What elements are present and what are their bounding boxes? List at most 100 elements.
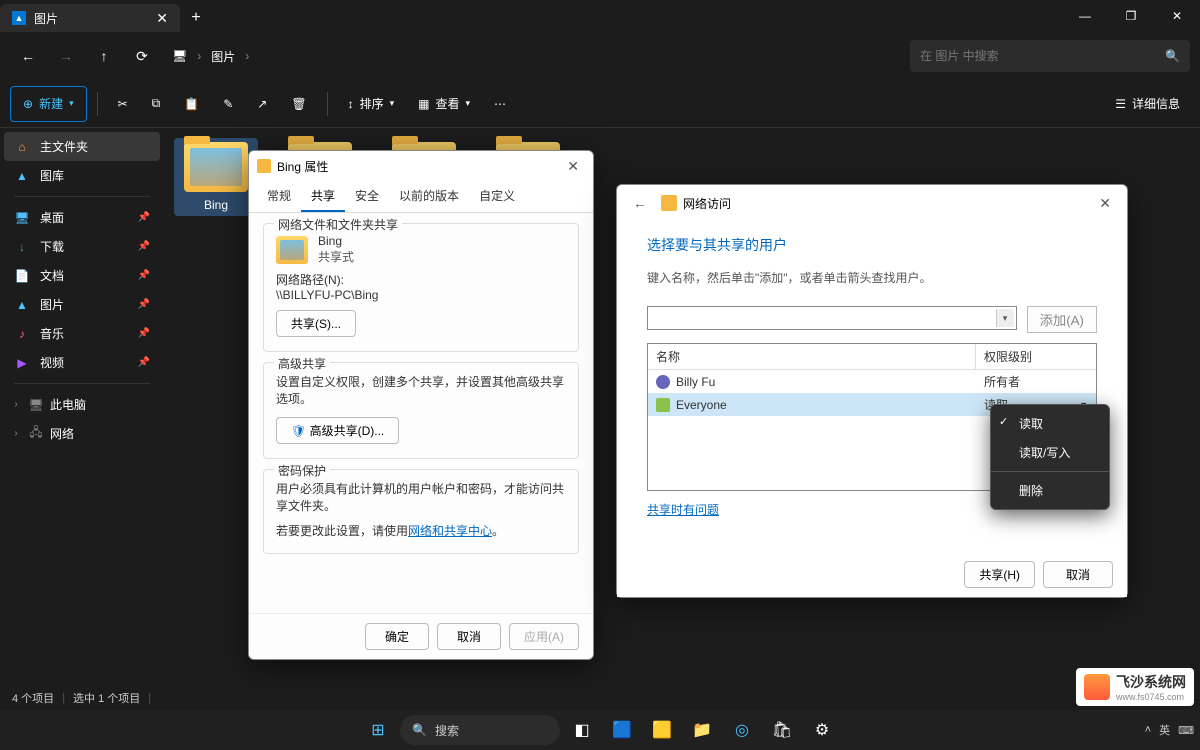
gallery-icon: ▲ xyxy=(14,168,30,184)
share-icon: ↗ xyxy=(257,97,267,111)
chevron-down-icon[interactable]: ▾ xyxy=(996,309,1014,327)
forward-button[interactable]: → xyxy=(48,38,84,74)
tab-title: 图片 xyxy=(34,10,58,27)
sidebar-label: 图片 xyxy=(40,296,64,313)
details-label: 详细信息 xyxy=(1132,95,1180,112)
sidebar-label: 下载 xyxy=(40,238,64,255)
start-button[interactable]: ⊞ xyxy=(360,712,396,748)
rename-button[interactable]: ✎ xyxy=(213,86,243,122)
window-tab[interactable]: ▲ 图片 ✕ xyxy=(0,4,180,32)
maximize-button[interactable]: ❐ xyxy=(1108,0,1154,32)
net-footer: 共享(H) 取消 xyxy=(617,551,1127,597)
taskbar-app[interactable]: 🟦 xyxy=(604,712,640,748)
list-row-billyfu[interactable]: Billy Fu 所有者 xyxy=(648,370,1096,393)
new-button[interactable]: ⊕ 新建 ▾ xyxy=(10,86,87,122)
pw-prefix: 若要更改此设置，请使用 xyxy=(276,524,408,538)
advanced-share-label: 高级共享(D)... xyxy=(310,424,385,438)
add-button[interactable]: 添加(A) xyxy=(1027,306,1097,333)
tab-custom[interactable]: 自定义 xyxy=(469,181,525,212)
cancel-button[interactable]: 取消 xyxy=(1043,561,1113,588)
row-perm: 所有者 xyxy=(984,373,1020,390)
taskbar-edge[interactable]: ◎ xyxy=(724,712,760,748)
col-perm[interactable]: 权限级别 xyxy=(976,344,1096,369)
back-button[interactable]: ← xyxy=(10,38,46,74)
net-heading: 选择要与其共享的用户 xyxy=(647,235,1097,255)
sidebar-item-documents[interactable]: 📄 文档 📌 xyxy=(4,261,160,290)
delete-button[interactable]: 🗑 xyxy=(281,86,316,122)
tab-previous[interactable]: 以前的版本 xyxy=(389,181,469,212)
share-button[interactable]: 共享(S)... xyxy=(276,310,356,337)
user-icon xyxy=(656,375,670,389)
sidebar-item-music[interactable]: ♪ 音乐 📌 xyxy=(4,319,160,348)
sort-label: 排序 xyxy=(360,95,384,112)
sort-button[interactable]: ↕ 排序 ▾ xyxy=(338,86,405,122)
new-label: 新建 xyxy=(39,95,63,112)
dialog-tabs: 常规 共享 安全 以前的版本 自定义 xyxy=(249,181,593,213)
new-tab-button[interactable]: + xyxy=(180,4,212,32)
share-confirm-button[interactable]: 共享(H) xyxy=(964,561,1035,588)
window-close-button[interactable]: ✕ xyxy=(1154,0,1200,32)
back-button[interactable]: ← xyxy=(625,191,655,215)
folder-icon xyxy=(276,236,308,264)
crumb-pictures[interactable]: 图片 xyxy=(211,48,235,65)
network-center-link[interactable]: 网络和共享中心 xyxy=(408,524,492,538)
minimize-button[interactable]: — xyxy=(1062,0,1108,32)
copy-button[interactable]: ⧉ xyxy=(142,86,171,122)
ime-icon[interactable]: ⌨ xyxy=(1178,724,1194,737)
chevron-up-icon[interactable]: ˄ xyxy=(1145,724,1151,736)
sidebar-item-network[interactable]: › 🖧 网络 xyxy=(4,419,160,448)
ime-lang[interactable]: 英 xyxy=(1159,722,1170,738)
taskbar-search[interactable]: 🔍 搜索 xyxy=(400,715,560,745)
trouble-link[interactable]: 共享时有问题 xyxy=(647,503,719,517)
ok-button[interactable]: 确定 xyxy=(365,623,429,650)
breadcrumb[interactable]: 🖥 › 图片 › xyxy=(162,48,908,65)
net-hint: 键入名称，然后单击"添加"，或者单击箭头查找用户。 xyxy=(647,269,1097,286)
paste-button[interactable]: 📋 xyxy=(174,86,209,122)
close-button[interactable]: ✕ xyxy=(561,158,585,175)
details-button[interactable]: ☰ 详细信息 xyxy=(1105,86,1190,122)
sidebar-item-home[interactable]: ⌂ 主文件夹 xyxy=(4,132,160,161)
sidebar-item-downloads[interactable]: ↓ 下载 📌 xyxy=(4,232,160,261)
view-button[interactable]: ▦ 查看 ▾ xyxy=(408,86,480,122)
tab-close-icon[interactable]: ✕ xyxy=(156,10,168,27)
search-box[interactable]: 🔍 xyxy=(910,40,1190,72)
chevron-right-icon: › xyxy=(10,399,22,410)
advanced-share-button[interactable]: 🛡 高级共享(D)... xyxy=(276,417,399,444)
chevron-right-icon: › xyxy=(197,49,201,63)
menu-read[interactable]: ✓ 读取 xyxy=(991,409,1109,438)
sidebar-item-desktop[interactable]: 🖥 桌面 📌 xyxy=(4,203,160,232)
cancel-button[interactable]: 取消 xyxy=(437,623,501,650)
col-name[interactable]: 名称 xyxy=(648,344,976,369)
share-button[interactable]: ↗ xyxy=(247,86,277,122)
sidebar-label: 主文件夹 xyxy=(40,138,88,155)
sidebar-item-thispc[interactable]: › 🖥 此电脑 xyxy=(4,390,160,419)
user-combo[interactable]: ▾ xyxy=(647,306,1017,330)
tab-general[interactable]: 常规 xyxy=(257,181,301,212)
copy-icon: ⧉ xyxy=(152,96,161,111)
tab-security[interactable]: 安全 xyxy=(345,181,389,212)
net-titlebar[interactable]: ← 网络访问 ✕ xyxy=(617,185,1127,221)
sidebar-item-pictures[interactable]: ▲ 图片 📌 xyxy=(4,290,160,319)
tab-sharing[interactable]: 共享 xyxy=(301,181,345,212)
dialog-titlebar[interactable]: Bing 属性 ✕ xyxy=(249,151,593,181)
more-button[interactable]: ⋯ xyxy=(484,86,516,122)
apply-button[interactable]: 应用(A) xyxy=(509,623,579,650)
sidebar-item-videos[interactable]: ▶ 视频 📌 xyxy=(4,348,160,377)
up-button[interactable]: ↑ xyxy=(86,38,122,74)
taskbar-store[interactable]: 🛍 xyxy=(764,712,800,748)
folder-bing[interactable]: Bing xyxy=(174,138,258,216)
menu-readwrite[interactable]: 读取/写入 xyxy=(991,438,1109,467)
taskbar-explorer[interactable]: 📁 xyxy=(684,712,720,748)
cut-button[interactable]: ✂ xyxy=(108,86,138,122)
search-input[interactable] xyxy=(920,49,1165,63)
taskbar-app[interactable]: 🟨 xyxy=(644,712,680,748)
menu-remove[interactable]: 删除 xyxy=(991,476,1109,505)
close-button[interactable]: ✕ xyxy=(1091,191,1119,216)
task-view-button[interactable]: ◧ xyxy=(564,712,600,748)
refresh-button[interactable]: ⟳ xyxy=(124,38,160,74)
taskbar-settings[interactable]: ⚙ xyxy=(804,712,840,748)
properties-dialog: Bing 属性 ✕ 常规 共享 安全 以前的版本 自定义 网络文件和文件夹共享 … xyxy=(248,150,594,660)
video-icon: ▶ xyxy=(14,355,30,371)
separator xyxy=(327,92,328,116)
sidebar-item-gallery[interactable]: ▲ 图库 xyxy=(4,161,160,190)
